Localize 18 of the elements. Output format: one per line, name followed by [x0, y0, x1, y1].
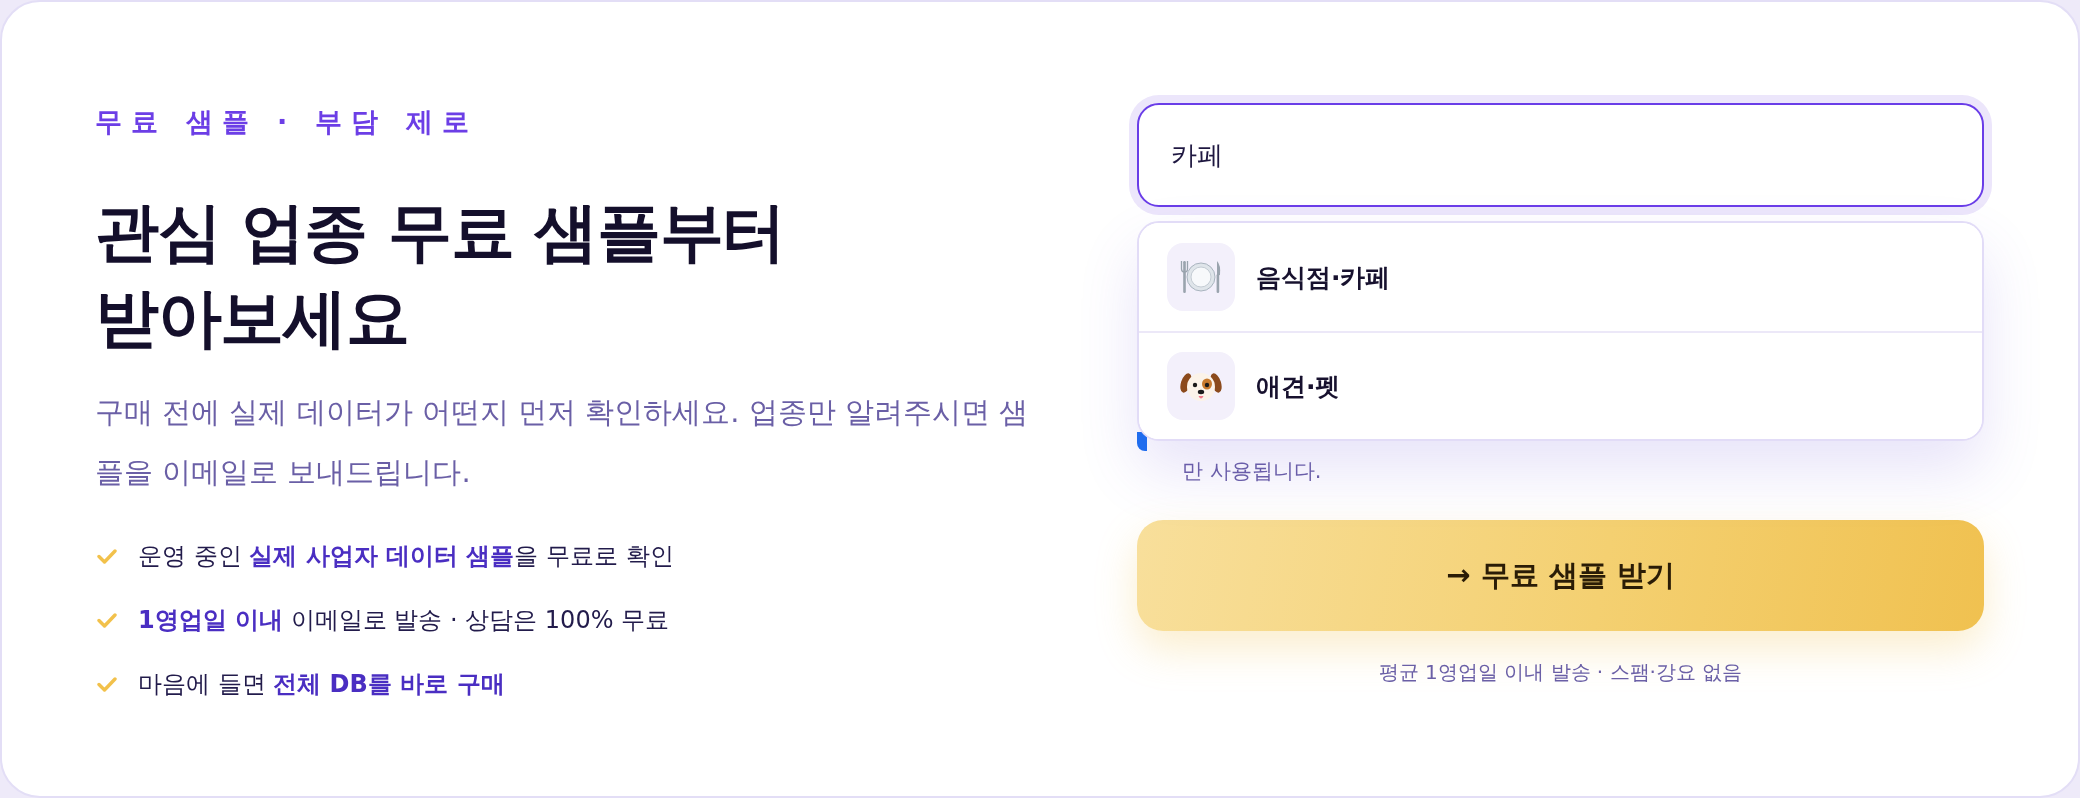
submit-button[interactable]: → 무료 샘플 받기: [1137, 520, 1984, 631]
consent-note: 만 사용됩니다.: [1182, 458, 1322, 485]
check-icon: [97, 548, 117, 564]
dog-face-icon: [1167, 352, 1235, 420]
check-icon: [97, 676, 117, 692]
benefit-text: 운영 중인 실제 사업자 데이터 샘플을 무료로 확인: [138, 541, 674, 572]
headline: 관심 업종 무료 샘플부터 받아보세요: [95, 194, 787, 357]
suggestion-item[interactable]: 애견·펫: [1139, 331, 1982, 439]
eyebrow-text: 무료 샘플 · 부담 제로: [95, 105, 479, 139]
suggestion-item[interactable]: 음식점·카페: [1139, 223, 1982, 331]
footnote-text: 평균 1영업일 이내 발송 · 스팸·강요 없음: [1377, 659, 1744, 686]
checkbox-edge[interactable]: [1137, 432, 1147, 451]
check-icon: [97, 612, 117, 628]
plate-cutlery-icon: [1167, 243, 1235, 311]
industry-input-field[interactable]: 카페: [1137, 103, 1984, 207]
benefit-text: 1영업일 이내 이메일로 발송 · 상담은 100% 무료: [138, 605, 670, 636]
benefit-text: 마음에 들면 전체 DB를 바로 구매: [138, 669, 505, 700]
description-text: 구매 전에 실제 데이터가 어떤지 먼저 확인하세요. 업종만 알려주시면 샘플을 이메일로 보내드립니다.: [95, 394, 1030, 491]
